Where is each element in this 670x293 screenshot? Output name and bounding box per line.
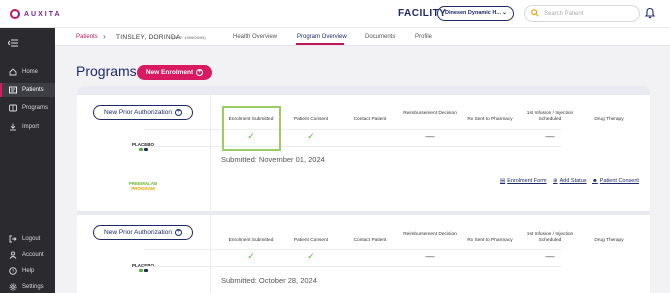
plus-circle-icon: + xyxy=(174,229,182,236)
sidebar-item-label: Settings xyxy=(22,284,44,290)
sidebar-item-label: Import xyxy=(22,124,40,130)
patient-name: TINSLEY, DORINDA xyxy=(116,33,181,41)
patients-icon xyxy=(9,86,17,94)
column-header: Rx Sent to Pharmacy xyxy=(467,238,513,243)
patient-subheader: Patients › TINSLEY, DORINDA (25, F, 1999… xyxy=(55,28,670,46)
enrolment-submitted-highlight xyxy=(222,106,281,151)
column-header: Contact Patient xyxy=(353,117,387,122)
logo-text: AUXITA xyxy=(24,10,62,18)
sidebar: Home Patients Programs Import Logout Acc… xyxy=(0,28,55,293)
plus-icon: ⊕ xyxy=(553,178,558,184)
partner-program-logo: PREEMALAB PROGRAM xyxy=(126,181,160,191)
column-header: Enrolment Submitted xyxy=(228,238,274,243)
search-placeholder: Search Patient xyxy=(544,10,584,17)
sidebar-item-home[interactable]: Home xyxy=(0,65,55,79)
program-card-brand-area: New Prior Authorization + PLACEBO PREEMA… xyxy=(77,95,211,211)
prior-auth-label: New Prior Authorization xyxy=(104,109,172,116)
sidebar-item-account[interactable]: Account xyxy=(0,248,55,262)
facility-select-value: Dinesen Dynamic H... xyxy=(445,10,501,16)
new-prior-authorization-button[interactable]: New Prior Authorization + xyxy=(93,105,193,120)
patient-meta: (25, F, 1999/05/09) xyxy=(172,35,206,40)
status-dash-icon: — xyxy=(425,131,435,141)
notification-bell-icon[interactable] xyxy=(644,7,656,19)
tab-program-overview[interactable]: Program Overview xyxy=(297,34,347,40)
status-row xyxy=(144,249,561,267)
app-logo[interactable]: AUXITA xyxy=(10,9,62,19)
column-header: Reimbursement Decision xyxy=(403,232,457,237)
status-check-icon: ✓ xyxy=(247,251,255,261)
enrolment-form-link[interactable]: ▤ Enrolment Form xyxy=(500,178,547,184)
account-icon xyxy=(9,251,17,259)
tab-health-overview[interactable]: Health Overview xyxy=(233,34,277,40)
submitted-date: Submitted: November 01, 2024 xyxy=(221,155,325,164)
partner-program-logo-bottom: PROGRAM xyxy=(131,186,155,191)
status-dash-icon: — xyxy=(425,251,435,261)
column-header: Rx Sent to Pharmacy xyxy=(467,117,513,122)
sidebar-item-help[interactable]: ? Help xyxy=(0,264,55,278)
sidebar-item-programs[interactable]: Programs xyxy=(0,101,55,115)
sidebar-item-settings[interactable]: Settings xyxy=(0,280,55,293)
column-header: Drug Therapy xyxy=(594,238,624,243)
breadcrumb-patients-link[interactable]: Patients xyxy=(76,34,98,40)
column-header: Drug Therapy xyxy=(594,117,624,122)
sidebar-item-import[interactable]: Import xyxy=(0,120,55,134)
document-icon: ▤ xyxy=(500,178,506,184)
patient-consent-link[interactable]: ☻ Patient Consent xyxy=(592,178,639,184)
sidebar-item-label: Patients xyxy=(22,87,44,93)
chevron-down-icon: ⌄ xyxy=(501,10,507,16)
enrolment-form-label: Enrolment Form xyxy=(507,178,547,184)
sidebar-item-logout[interactable]: Logout xyxy=(0,232,55,246)
column-header: Contact Patient xyxy=(353,238,387,243)
programs-icon xyxy=(9,104,17,112)
prior-auth-label: New Prior Authorization xyxy=(104,229,172,236)
status-dash-icon: — xyxy=(545,131,555,141)
import-icon xyxy=(10,123,16,131)
search-icon xyxy=(531,9,539,17)
page-title: Programs xyxy=(76,63,137,79)
submitted-date: Submitted: October 28, 2024 xyxy=(221,276,317,285)
sidebar-item-label: Help xyxy=(22,268,35,274)
column-header: Reimbursement Decision xyxy=(403,111,457,116)
new-enrolment-label: New Enrolment xyxy=(145,69,194,76)
add-status-label: Add Status xyxy=(559,178,587,184)
tab-documents[interactable]: Documents xyxy=(365,34,395,40)
new-prior-authorization-button[interactable]: New Prior Authorization + xyxy=(93,225,193,240)
add-status-link[interactable]: ⊕ Add Status xyxy=(553,178,587,184)
svg-text:?: ? xyxy=(12,269,15,274)
column-header: Patient Consent xyxy=(293,117,329,122)
active-tab-indicator xyxy=(296,43,344,45)
status-check-icon: ✓ xyxy=(307,131,315,141)
status-dash-icon: — xyxy=(545,251,555,261)
sidebar-item-label: Programs xyxy=(22,105,49,111)
search-input[interactable]: Search Patient xyxy=(524,5,640,22)
top-bar: AUXITA FACILITY Dinesen Dynamic H... ⌄ S… xyxy=(0,0,670,28)
column-header: 1st Infusion / Injection Scheduled xyxy=(526,111,574,122)
sidebar-item-label: Account xyxy=(22,252,44,258)
person-icon: ☻ xyxy=(592,178,598,184)
tab-profile[interactable]: Profile xyxy=(415,34,432,40)
status-check-icon: ✓ xyxy=(307,251,315,261)
logout-icon xyxy=(9,235,17,243)
facility-select[interactable]: Dinesen Dynamic H... ⌄ xyxy=(437,6,514,21)
chevron-right-icon: › xyxy=(103,32,106,41)
plus-circle-icon: + xyxy=(196,69,204,76)
column-header: Patient Consent xyxy=(293,238,329,243)
status-row xyxy=(144,129,561,147)
settings-icon xyxy=(9,283,17,291)
sidebar-item-label: Home xyxy=(22,69,39,75)
plus-circle-icon: + xyxy=(174,109,182,116)
new-enrolment-button[interactable]: New Enrolment + xyxy=(137,65,212,80)
logo-icon xyxy=(10,9,20,19)
home-icon xyxy=(9,68,17,76)
collapse-sidebar-icon[interactable] xyxy=(8,39,18,47)
help-icon: ? xyxy=(9,267,17,275)
sidebar-item-patients[interactable]: Patients xyxy=(0,83,55,97)
column-header: 1st Infusion / Injection Scheduled xyxy=(526,232,574,243)
patient-consent-label: Patient Consent xyxy=(599,178,639,184)
sidebar-item-label: Logout xyxy=(22,236,41,242)
